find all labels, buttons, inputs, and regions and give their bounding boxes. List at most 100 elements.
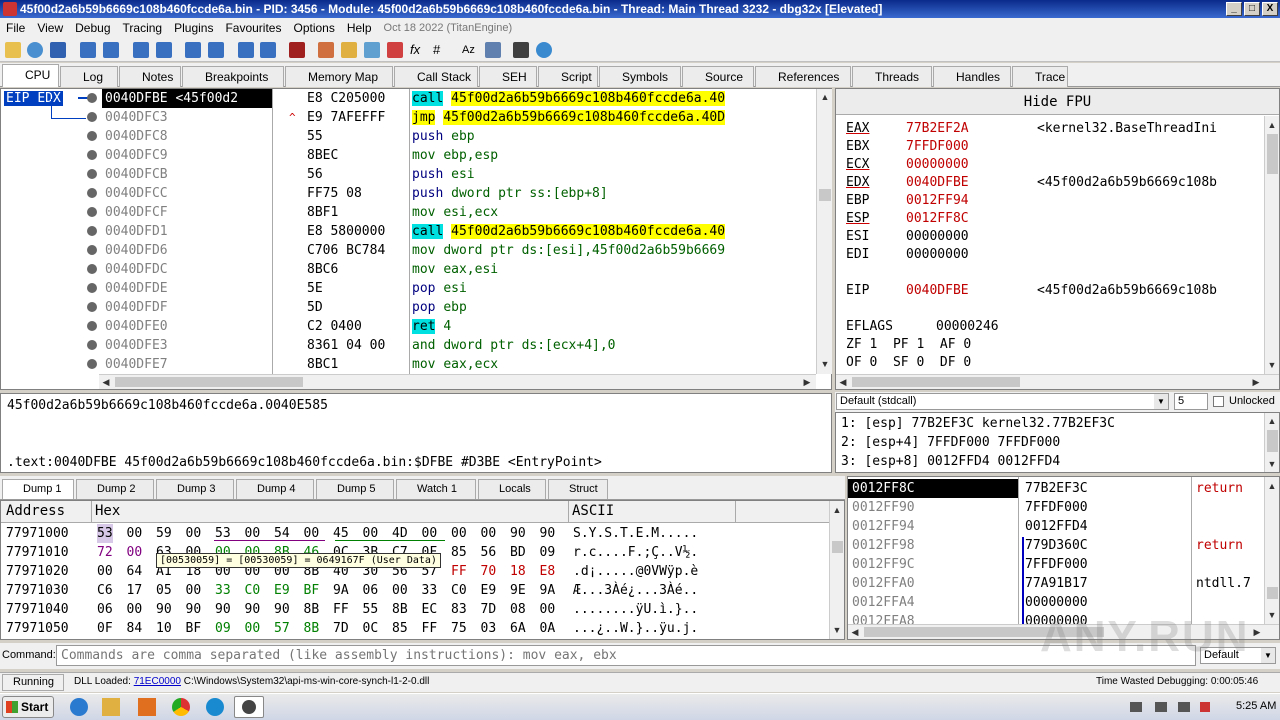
register-value[interactable]: 7FFDF000 xyxy=(906,137,969,156)
menu-file[interactable]: File xyxy=(0,21,31,35)
register-value[interactable]: 77B2EF2A xyxy=(906,119,969,138)
register-row[interactable]: EDI 00000000 xyxy=(836,245,1264,264)
disassembly-pane[interactable]: EIP EDX 0040DFBE <45f00d2 E8 C205000 call … xyxy=(0,88,832,390)
chrome-icon[interactable] xyxy=(172,698,190,716)
stack-vscroll[interactable]: ▲ ▼ xyxy=(1264,477,1279,624)
trace-over-icon[interactable] xyxy=(208,42,224,58)
dump-byte[interactable]: 00 xyxy=(540,600,556,619)
register-row[interactable]: EAX 77B2EF2A <kernel32.BaseThreadIni xyxy=(836,119,1264,138)
registers-vscroll[interactable]: ▲ ▼ xyxy=(1264,116,1279,374)
tab-dump-4[interactable]: Dump 4 xyxy=(236,479,314,499)
dump-byte[interactable]: 10 xyxy=(156,619,172,638)
tab-dump-3[interactable]: Dump 3 xyxy=(156,479,234,499)
stack-value[interactable]: 7FFDF000 xyxy=(1023,498,1088,517)
function-icon[interactable]: fx xyxy=(410,42,426,58)
dump-byte[interactable]: 6A xyxy=(510,619,526,638)
dump-vscroll[interactable]: ▲ ▼ xyxy=(829,501,844,639)
breakpoint-dot[interactable] xyxy=(87,131,97,141)
dump-byte[interactable]: 00 xyxy=(127,543,143,562)
scroll-right-icon[interactable]: ▶ xyxy=(1250,625,1264,639)
menu-help[interactable]: Help xyxy=(341,21,378,35)
disasm-hscroll[interactable]: ◀ ▶ xyxy=(99,374,816,389)
breakpoint-dot[interactable] xyxy=(87,245,97,255)
tab-call-stack[interactable]: Call Stack xyxy=(394,66,478,87)
scroll-thumb[interactable] xyxy=(1267,430,1278,452)
scroll-down-icon[interactable]: ▼ xyxy=(830,623,844,637)
dump-pane[interactable]: Address Hex ASCII 77971000 53 00 59 00 53 00 54… xyxy=(0,500,845,640)
step-into-icon[interactable] xyxy=(133,42,149,58)
flags-row-1[interactable]: ZF 1 PF 1 AF 0 xyxy=(846,335,971,354)
breakpoint-dot[interactable] xyxy=(87,112,97,122)
user-icon[interactable] xyxy=(485,42,501,58)
scroll-thumb[interactable] xyxy=(1267,587,1278,599)
ie-icon[interactable] xyxy=(70,698,88,716)
dump-byte[interactable]: C0 xyxy=(245,581,261,600)
dump-byte[interactable]: 00 xyxy=(186,524,202,543)
command-input[interactable] xyxy=(56,645,1196,666)
scroll-up-icon[interactable]: ▲ xyxy=(830,503,844,517)
dump-byte[interactable]: 83 xyxy=(451,600,467,619)
stack-value[interactable]: 77A91B17 xyxy=(1023,574,1088,593)
stack-row[interactable]: 0012FF94 0012FFD4 xyxy=(848,517,1264,536)
menu-tracing[interactable]: Tracing xyxy=(117,21,169,35)
tab-struct[interactable]: Struct xyxy=(548,479,608,499)
scroll-up-icon[interactable]: ▲ xyxy=(1265,414,1279,428)
tab-log[interactable]: Log xyxy=(60,66,118,87)
debugger-taskbar-button[interactable] xyxy=(234,696,264,718)
dump-byte[interactable]: 90 xyxy=(186,600,202,619)
dump-byte[interactable]: FF xyxy=(333,600,349,619)
dump-byte[interactable]: 33 xyxy=(215,581,231,600)
breakpoint-dot[interactable] xyxy=(87,302,97,312)
comment-icon[interactable] xyxy=(318,42,334,58)
patch-icon[interactable] xyxy=(289,42,305,58)
dump-byte[interactable]: 55 xyxy=(363,600,379,619)
calculator-icon[interactable] xyxy=(513,42,529,58)
scroll-down-icon[interactable]: ▼ xyxy=(818,357,832,371)
hscroll-thumb[interactable] xyxy=(115,377,303,387)
volume-icon[interactable] xyxy=(1178,702,1190,712)
dump-byte[interactable]: E8 xyxy=(540,562,556,581)
dump-byte[interactable]: FF xyxy=(451,562,467,581)
register-value[interactable]: 00000000 xyxy=(906,245,969,264)
flags-row-2[interactable]: OF 0 SF 0 DF 0 xyxy=(846,353,971,372)
scroll-left-icon[interactable]: ◀ xyxy=(99,375,113,389)
breakpoint-dot[interactable] xyxy=(87,264,97,274)
dump-byte[interactable]: 85 xyxy=(392,619,408,638)
scroll-right-icon[interactable]: ▶ xyxy=(800,375,814,389)
stack-row[interactable]: 0012FFA0 77A91B17 ntdll.7 xyxy=(848,574,1264,593)
dump-byte[interactable]: 70 xyxy=(481,562,497,581)
restart-icon[interactable] xyxy=(27,42,43,58)
dump-byte[interactable]: 18 xyxy=(510,562,526,581)
dump-byte[interactable]: 00 xyxy=(451,524,467,543)
stack-value[interactable]: 00000000 xyxy=(1023,593,1088,612)
globe-icon[interactable] xyxy=(536,42,552,58)
security-icon[interactable] xyxy=(1200,702,1210,712)
breakpoint-dot[interactable] xyxy=(87,226,97,236)
register-value[interactable]: 00000000 xyxy=(906,227,969,246)
edge-icon[interactable] xyxy=(206,698,224,716)
tab-watch-1[interactable]: Watch 1 xyxy=(396,479,476,499)
dll-address-link[interactable]: 71EC0000 xyxy=(134,676,181,687)
dump-byte[interactable]: 05 xyxy=(156,581,172,600)
dump-row[interactable]: 77971050 0F 84 10 BF 09 00 57 8B 7D 0C 85 FF 75 03 6A 0A… xyxy=(1,619,829,638)
register-row[interactable]: EBP 0012FF94 xyxy=(836,191,1264,210)
minimize-button[interactable]: _ xyxy=(1226,2,1242,16)
dump-byte[interactable]: 03 xyxy=(481,619,497,638)
bookmark-icon[interactable] xyxy=(364,42,380,58)
stack-row[interactable]: 0012FF8C 77B2EF3C return xyxy=(848,479,1264,498)
dump-byte[interactable]: FF xyxy=(422,619,438,638)
start-button[interactable]: Start xyxy=(2,696,54,718)
dump-byte[interactable]: 0C xyxy=(363,619,379,638)
tab-script[interactable]: Script xyxy=(538,66,598,87)
tab-memory-map[interactable]: Memory Map xyxy=(285,66,393,87)
register-value[interactable]: 0012FF94 xyxy=(906,191,969,210)
dump-byte[interactable]: C6 xyxy=(97,581,113,600)
dump-byte[interactable]: 90 xyxy=(215,600,231,619)
tab-cpu[interactable]: CPU xyxy=(2,64,59,87)
tab-dump-2[interactable]: Dump 2 xyxy=(76,479,154,499)
menu-options[interactable]: Options xyxy=(287,21,340,35)
run-icon[interactable] xyxy=(80,42,96,58)
dump-byte[interactable]: 17 xyxy=(127,581,143,600)
trace-into-icon[interactable] xyxy=(185,42,201,58)
tab-symbols[interactable]: Symbols xyxy=(599,66,681,87)
